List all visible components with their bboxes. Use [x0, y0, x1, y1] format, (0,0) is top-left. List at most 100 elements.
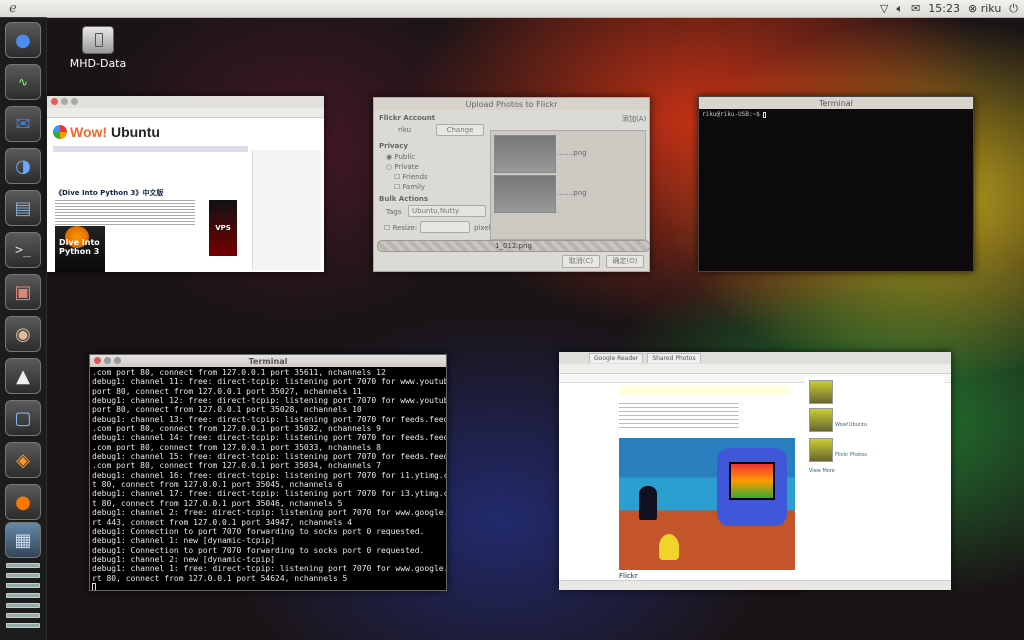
launcher-overflow-item[interactable] — [6, 573, 40, 578]
tags-input[interactable]: Ubuntu,Nutty — [408, 205, 486, 217]
workspace-switcher-icon[interactable]: ▦ — [5, 522, 41, 558]
public-radio[interactable]: ◉ Public — [386, 153, 415, 161]
top-panel: ℯ ▽ 🔈︎ ✉ 15:23 ⊗ riku ⏻ — [0, 0, 1024, 18]
sidebar-thumbnail[interactable] — [809, 380, 833, 404]
close-icon[interactable] — [94, 357, 101, 364]
photo-caption: Flickr — [619, 572, 638, 580]
terminal-line: debug1: channel 13: free: direct-tcpip: … — [92, 414, 447, 424]
address-bar[interactable] — [559, 364, 951, 374]
minimize-icon[interactable] — [104, 357, 111, 364]
site-nav[interactable] — [53, 146, 248, 152]
terminal-line: debug1: Connection to port 7070 forwardi… — [92, 545, 425, 555]
resize-stepper[interactable] — [420, 221, 470, 233]
ad-banner[interactable]: VPS — [209, 200, 237, 256]
terminal-line: .com port 80, connect from 127.0.0.1 por… — [92, 461, 381, 471]
blender-launcher-icon[interactable]: ◈ — [5, 442, 41, 478]
terminal-line: debug1: channel 1: new [dynamic-tcpip] — [92, 536, 276, 546]
dialog-titlebar[interactable]: Upload Photos to Flickr — [374, 98, 649, 110]
photo-thumbnail[interactable] — [494, 175, 556, 213]
ok-button[interactable]: 确定(O) — [606, 255, 644, 268]
gimp-launcher-icon[interactable]: ◉ — [5, 316, 41, 352]
minimize-icon[interactable] — [61, 98, 68, 105]
family-checkbox[interactable]: ☐ Family — [394, 183, 425, 191]
sidebar-link[interactable]: Wow!Ubuntu — [835, 422, 867, 428]
tab-google-reader[interactable]: Google Reader — [589, 353, 644, 363]
upload-progress-bar: 1_012.png — [377, 240, 649, 252]
terminal-window-large[interactable]: Terminal .com port 80, connect from 127.… — [89, 354, 447, 591]
window-titlebar[interactable]: Terminal — [90, 355, 446, 367]
wow-ubuntu-browser-window[interactable]: Wow! Ubuntu 《Dive Into Python 3》中文版 Dive… — [47, 96, 324, 272]
window-titlebar[interactable] — [47, 96, 324, 108]
photo-list[interactable]: …….png …….png — [490, 130, 646, 240]
terminal-line: debug1: channel 2: new [dynamic-tcpip] — [92, 554, 276, 564]
terminal-window-small[interactable]: Terminal riku@riku-USB:~$ — [698, 96, 974, 272]
terminal-line: debug1: channel 17: free: direct-tcpip: … — [92, 489, 447, 499]
terminal-line: .com port 80, connect from 127.0.0.1 por… — [92, 368, 386, 377]
ubuntu-logo-icon[interactable]: ℯ — [0, 0, 26, 17]
terminal-output[interactable]: .com port 80, connect from 127.0.0.1 por… — [90, 367, 447, 590]
chromium-launcher-icon[interactable]: ● — [5, 22, 41, 58]
maximize-icon[interactable] — [114, 357, 121, 364]
volume-icon[interactable]: 🔈︎ — [896, 2, 903, 16]
change-account-button[interactable]: Change — [436, 124, 484, 136]
status-bar — [559, 580, 951, 590]
maximize-icon[interactable] — [71, 98, 78, 105]
inkscape-launcher-icon[interactable]: ▲ — [5, 358, 41, 394]
wifi-icon[interactable]: ▽ — [880, 2, 888, 15]
terminal-line: rt 443, connect from 127.0.0.1 port 3494… — [92, 517, 353, 527]
thunderbird-launcher-icon[interactable]: ✉ — [5, 106, 41, 142]
xchat-launcher-icon[interactable]: ◑ — [5, 148, 41, 184]
prompt-text: riku@riku-USB:~$ — [702, 111, 760, 118]
sidebar-link[interactable]: Flickr Photos — [835, 452, 867, 458]
photo-thumbnail[interactable] — [494, 135, 556, 173]
terminal-line: port 80, connect from 127.0.0.1 port 350… — [92, 386, 362, 396]
terminal-line: port 80, connect from 127.0.0.1 port 350… — [92, 405, 362, 415]
terminal-line: debug1: Connection to port 7070 forwardi… — [92, 526, 425, 536]
terminal-line: t 80, connect from 127.0.0.1 port 35045,… — [92, 480, 343, 490]
system-monitor-launcher-icon[interactable]: ∿ — [5, 64, 41, 100]
private-radio[interactable]: ○ Private — [386, 163, 419, 171]
user-indicator[interactable]: ⊗ riku — [968, 2, 1001, 15]
browser-window-photos[interactable]: Google Reader Shared Photos Flickr Wow!U… — [559, 352, 951, 590]
sidebar-thumbnail[interactable] — [809, 438, 833, 462]
terminal-prompt[interactable]: riku@riku-USB:~$ — [699, 109, 973, 120]
friends-checkbox[interactable]: ☐ Friends — [394, 173, 428, 181]
tags-label: Tags — [386, 208, 402, 216]
tab-shared-photos[interactable]: Shared Photos — [647, 353, 701, 363]
logo-wow: Wow! — [70, 124, 108, 140]
resize-checkbox[interactable]: ☐ Resize: — [384, 224, 417, 232]
browser-toolbar — [47, 108, 324, 118]
site-logo[interactable]: Wow! Ubuntu — [53, 124, 160, 140]
terminal-launcher-icon[interactable]: >_ — [5, 232, 41, 268]
software-center-launcher-icon[interactable]: ▣ — [5, 274, 41, 310]
cancel-button[interactable]: 取消(C) — [562, 255, 600, 268]
power-icon[interactable]: ⏻ — [1009, 2, 1018, 16]
sidebar-thumbnail[interactable] — [809, 408, 833, 432]
terminal-line: debug1: channel 2: free: direct-tcpip: l… — [92, 508, 447, 518]
mail-icon[interactable]: ✉ — [911, 2, 920, 15]
desktop-drive[interactable]: MHD-Data — [68, 26, 128, 70]
terminal-line: t 80, connect from 127.0.0.1 port 35046,… — [92, 498, 343, 508]
launcher-overflow-item[interactable] — [6, 623, 40, 628]
launcher-overflow-item[interactable] — [6, 603, 40, 608]
web-page: Wow! Ubuntu 《Dive Into Python 3》中文版 Dive… — [47, 118, 324, 272]
launcher-overflow-item[interactable] — [6, 583, 40, 588]
close-icon[interactable] — [51, 98, 58, 105]
window-titlebar[interactable]: Terminal — [699, 97, 973, 109]
clock[interactable]: 15:23 — [928, 2, 960, 15]
launcher-overflow-item[interactable] — [6, 593, 40, 598]
drive-label: MHD-Data — [69, 57, 127, 70]
remote-desktop-launcher-icon[interactable]: ▢ — [5, 400, 41, 436]
post-title[interactable]: 《Dive Into Python 3》中文版 — [55, 188, 163, 198]
terminal-line: debug1: channel 14: free: direct-tcpip: … — [92, 433, 447, 443]
launcher-overflow-item[interactable] — [6, 563, 40, 568]
add-button[interactable]: 添加(A) — [622, 114, 646, 124]
view-more-link[interactable]: View More — [809, 468, 835, 474]
flickr-upload-dialog[interactable]: Upload Photos to Flickr Flickr Account 添… — [373, 97, 650, 272]
book-title-line1: Dive Into — [59, 238, 100, 247]
photo-image[interactable] — [619, 438, 795, 570]
firefox-launcher-icon[interactable]: ● — [5, 484, 41, 520]
file-manager-launcher-icon[interactable]: ▤ — [5, 190, 41, 226]
page-header — [619, 386, 789, 396]
launcher-overflow-item[interactable] — [6, 613, 40, 618]
